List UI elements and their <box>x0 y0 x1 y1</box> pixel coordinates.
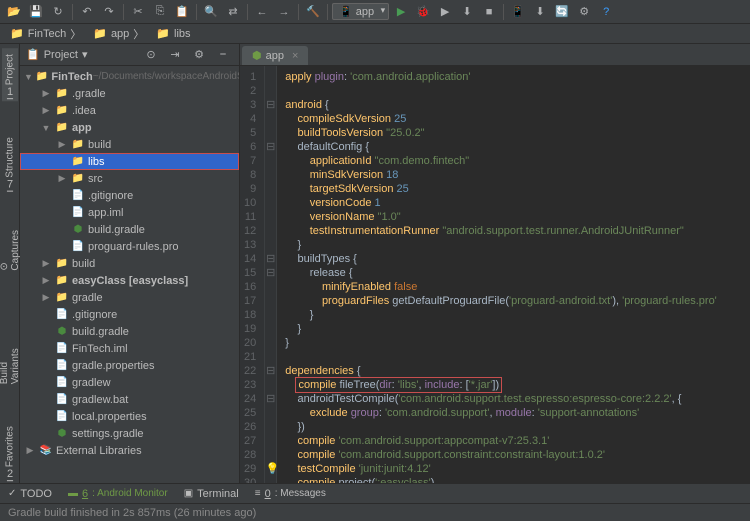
forward-icon[interactable]: → <box>274 2 294 22</box>
tree-root[interactable]: ▼📁FinTech ~/Documents/workspaceAndroidSt… <box>20 68 239 85</box>
tree-ext-lib[interactable]: ▶📚External Libraries <box>20 442 239 459</box>
build-icon[interactable]: 🔨 <box>303 2 323 22</box>
line-numbers: 1234567891011121314151617181920212223242… <box>240 66 265 483</box>
tree-fintech-iml[interactable]: 📄FinTech.iml <box>20 340 239 357</box>
messages-tab[interactable]: ≡ 0: Messages <box>255 488 326 500</box>
tree-src[interactable]: ▶📁src <box>20 170 239 187</box>
run-icon[interactable]: ▶ <box>391 2 411 22</box>
open-icon[interactable]: 📂 <box>4 2 24 22</box>
gutter-favorites-tab[interactable]: 2 Favorites <box>2 420 18 483</box>
nav-project[interactable]: 📁 FinTech 〉 <box>10 26 81 42</box>
editor-tab-app[interactable]: ⬢app× <box>242 46 308 65</box>
tree-settings-gradle[interactable]: ⬢settings.gradle <box>20 425 239 442</box>
refresh-icon[interactable]: ↻ <box>48 2 68 22</box>
paste-icon[interactable]: 📋 <box>172 2 192 22</box>
avd-icon[interactable]: 📱 <box>508 2 528 22</box>
tree-gradle[interactable]: ▶📁gradle <box>20 289 239 306</box>
copy-icon[interactable]: ⎘ <box>150 2 170 22</box>
status-message: Gradle build finished in 2s 857ms (26 mi… <box>8 507 256 519</box>
navigation-bar: 📁 FinTech 〉 📁 app 〉 📁 libs <box>0 24 750 44</box>
gutter-project-tab[interactable]: 1 Project <box>2 48 18 101</box>
tree-gradlew[interactable]: 📄gradlew <box>20 374 239 391</box>
attach-icon[interactable]: ⬇ <box>457 2 477 22</box>
replace-icon[interactable]: ⇄ <box>223 2 243 22</box>
project-tree: ▼📁FinTech ~/Documents/workspaceAndroidSt… <box>20 66 239 483</box>
tree-build2[interactable]: ▶📁build <box>20 255 239 272</box>
code-editor[interactable]: 1234567891011121314151617181920212223242… <box>240 66 750 483</box>
panel-header: 📋 Project ▾ ⊙ ⇥ ⚙ ⎯ <box>20 44 239 66</box>
gutter-structure-tab[interactable]: 7 Structure <box>2 131 18 194</box>
cut-icon[interactable]: ✂ <box>128 2 148 22</box>
tree-build-gradle[interactable]: ⬢build.gradle <box>20 221 239 238</box>
tree-gitignore2[interactable]: 📄.gitignore <box>20 306 239 323</box>
gutter-build-tab[interactable]: Build Variants <box>0 337 23 390</box>
tree-app[interactable]: ▼📁app <box>20 119 239 136</box>
project-panel: 📋 Project ▾ ⊙ ⇥ ⚙ ⎯ ▼📁FinTech ~/Document… <box>20 44 240 483</box>
profile-icon[interactable]: ▶ <box>435 2 455 22</box>
tree-idea-dir[interactable]: ▶📁.idea <box>20 102 239 119</box>
redo-icon[interactable]: ↷ <box>99 2 119 22</box>
tree-build[interactable]: ▶📁build <box>20 136 239 153</box>
scroll-icon[interactable]: ⇥ <box>165 45 185 65</box>
sync-icon[interactable]: 🔄 <box>552 2 572 22</box>
nav-folder[interactable]: 📁 libs <box>156 27 190 40</box>
terminal-tab[interactable]: ▣ Terminal <box>184 488 239 500</box>
stop-icon[interactable]: ■ <box>479 2 499 22</box>
run-config-dropdown[interactable]: 📱 app <box>332 3 389 20</box>
editor-tab-bar: ⬢app× <box>240 44 750 66</box>
status-bar: Gradle build finished in 2s 857ms (26 mi… <box>0 503 750 521</box>
close-icon[interactable]: × <box>292 50 298 62</box>
editor-area: ⬢app× 1234567891011121314151617181920212… <box>240 44 750 483</box>
android-monitor-tab[interactable]: ▬ 6: Android Monitor <box>68 488 168 500</box>
left-gutter: 1 Project 7 Structure ⊙ Captures Build V… <box>0 44 20 483</box>
settings-icon[interactable]: ⚙ <box>574 2 594 22</box>
panel-title[interactable]: 📋 Project ▾ <box>26 48 87 61</box>
tree-libs[interactable]: 📁libs <box>20 153 239 170</box>
bottom-toolbar: ✓ TODO ▬ 6: Android Monitor ▣ Terminal ≡… <box>0 483 750 503</box>
tree-proguard[interactable]: 📄proguard-rules.pro <box>20 238 239 255</box>
tree-local-props[interactable]: 📄local.properties <box>20 408 239 425</box>
collapse-icon[interactable]: ⊙ <box>141 45 161 65</box>
undo-icon[interactable]: ↶ <box>77 2 97 22</box>
tree-gradle-props[interactable]: 📄gradle.properties <box>20 357 239 374</box>
tree-app-iml[interactable]: 📄app.iml <box>20 204 239 221</box>
tree-easyclass[interactable]: ▶📁easyClass [easyclass] <box>20 272 239 289</box>
save-icon[interactable]: 💾 <box>26 2 46 22</box>
debug-icon[interactable]: 🐞 <box>413 2 433 22</box>
sdk-icon[interactable]: ⬇ <box>530 2 550 22</box>
nav-module[interactable]: 📁 app 〉 <box>93 26 144 42</box>
fold-gutter[interactable]: ⊟⊟⊟⊟⊟⊟💡 <box>265 66 277 483</box>
todo-tab[interactable]: ✓ TODO <box>8 488 52 500</box>
main-toolbar: 📂 💾 ↻ ↶ ↷ ✂ ⎘ 📋 🔍 ⇄ ← → 🔨 📱 app ▶ 🐞 ▶ ⬇ … <box>0 0 750 24</box>
back-icon[interactable]: ← <box>252 2 272 22</box>
tree-build-gradle2[interactable]: ⬢build.gradle <box>20 323 239 340</box>
tree-gradle-dir[interactable]: ▶📁.gradle <box>20 85 239 102</box>
help-icon[interactable]: ? <box>596 2 616 22</box>
code-content[interactable]: apply plugin: 'com.android.application' … <box>277 66 725 483</box>
tree-gitignore[interactable]: 📄.gitignore <box>20 187 239 204</box>
hide-icon[interactable]: ⎯ <box>213 45 233 65</box>
tree-gradlew-bat[interactable]: 📄gradlew.bat <box>20 391 239 408</box>
gutter-captures-tab[interactable]: ⊙ Captures <box>0 224 23 277</box>
find-icon[interactable]: 🔍 <box>201 2 221 22</box>
gear-icon[interactable]: ⚙ <box>189 45 209 65</box>
